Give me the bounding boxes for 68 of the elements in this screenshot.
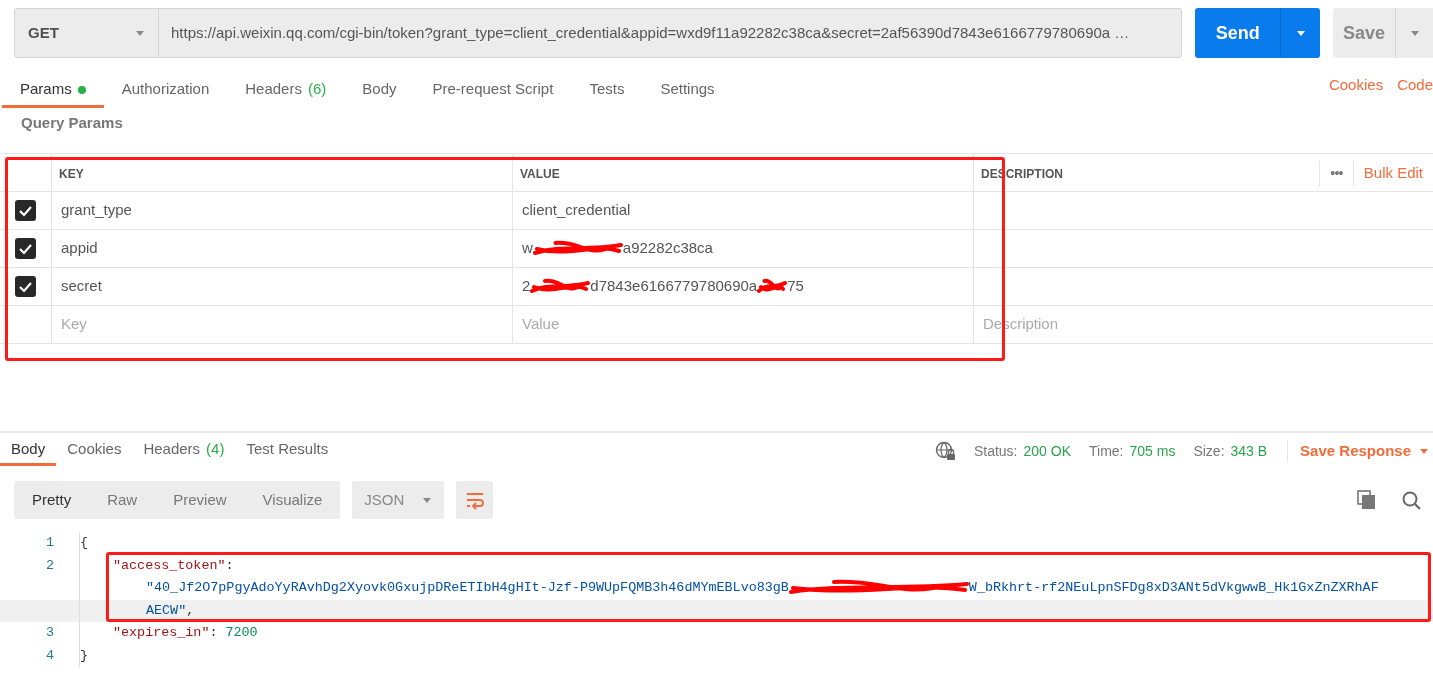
input-field[interactable]: Key [61,313,503,336]
format-dropdown[interactable]: JSON [352,481,445,519]
line-number: 1 [45,535,54,551]
tab[interactable]: Pre-request Script [414,74,572,108]
checkbox[interactable] [15,200,36,221]
code-token: : [209,624,219,643]
param-value: a92282c38ca [622,238,713,259]
wrap-button[interactable] [456,481,494,519]
view-tab[interactable]: Pretty [14,481,90,519]
search-icon [1402,490,1421,510]
tab[interactable]: Headers (4) [132,436,236,466]
tab[interactable]: Cookies [56,436,133,466]
column-header: KEY [59,165,84,183]
view-tab[interactable]: Preview [155,481,245,519]
param-value: 75 [787,276,804,297]
param-key: appid [61,237,98,260]
caret-icon [422,496,433,504]
param-value: client_credential [522,200,631,221]
tab[interactable]: Tests [571,74,643,108]
tab[interactable]: Body [0,436,57,466]
line-number: 3 [45,625,54,641]
meta-value: 343 B [1230,441,1268,461]
tab[interactable]: Body [344,74,415,108]
bulk-edit-button[interactable]: Bulk Edit [1353,162,1426,185]
param-key: secret [61,275,102,298]
view-tab[interactable]: Visualize [244,481,341,519]
code-token: "40_Jf2O7pPgyAdoYyRAvhDg2Xyovk0GxujpDReETIbH4gHIt-Jzf-P9WUpFQMB3h46dMYmEBLvo83gB [146,579,789,598]
caret-icon [1409,29,1420,37]
copy-icon [1357,490,1376,510]
tab[interactable]: Settings [642,74,733,108]
code-token: 7200 [225,624,258,643]
wrap-icon [464,490,485,510]
tab[interactable]: Headers (6) [227,74,345,108]
code-token: AECW" [146,601,187,620]
param-value: 2 [522,276,531,297]
section-title: Query Params [20,112,124,133]
code-token: "access_token" [113,556,226,575]
checkbox[interactable] [15,276,36,297]
code-token: { [80,534,89,553]
tab[interactable]: Test Results [235,436,340,466]
line-number: 4 [45,647,54,663]
caret-icon [1295,29,1306,37]
code-token: W_bRkhrt-rf2NEuLpnSFDg8xD3ANt5dVkgwwB_Hk1GxZnZXRhAF [968,579,1379,598]
code-token: "expires_in" [113,624,210,643]
tab[interactable]: Authorization [103,74,228,108]
param-value: w [522,238,533,259]
column-header: VALUE [520,165,560,183]
save-response-button[interactable]: Save Response [1287,439,1429,463]
code-token: } [80,646,89,665]
meta-label: Size: [1193,441,1225,461]
tab[interactable]: Params [2,74,104,108]
more-button[interactable]: ••• [1319,160,1354,187]
meta-value: 705 ms [1129,441,1176,461]
link[interactable]: Code [1397,74,1433,108]
link[interactable]: Cookies [1328,74,1384,108]
meta-label: Status: [973,441,1018,461]
globe-lock-icon [934,441,956,461]
code-token: : [225,556,234,575]
meta-value: 200 OK [1023,441,1071,461]
param-key: grant_type [61,199,132,222]
meta-label: Time: [1089,441,1124,461]
view-tab[interactable]: Raw [89,481,156,519]
line-number: 2 [45,557,54,573]
caret-icon [1419,447,1429,455]
input-field[interactable]: Value [522,313,964,336]
code-token: , [186,601,195,620]
param-value: d7843e6166779780690a [590,276,758,297]
checkbox[interactable] [15,238,36,259]
